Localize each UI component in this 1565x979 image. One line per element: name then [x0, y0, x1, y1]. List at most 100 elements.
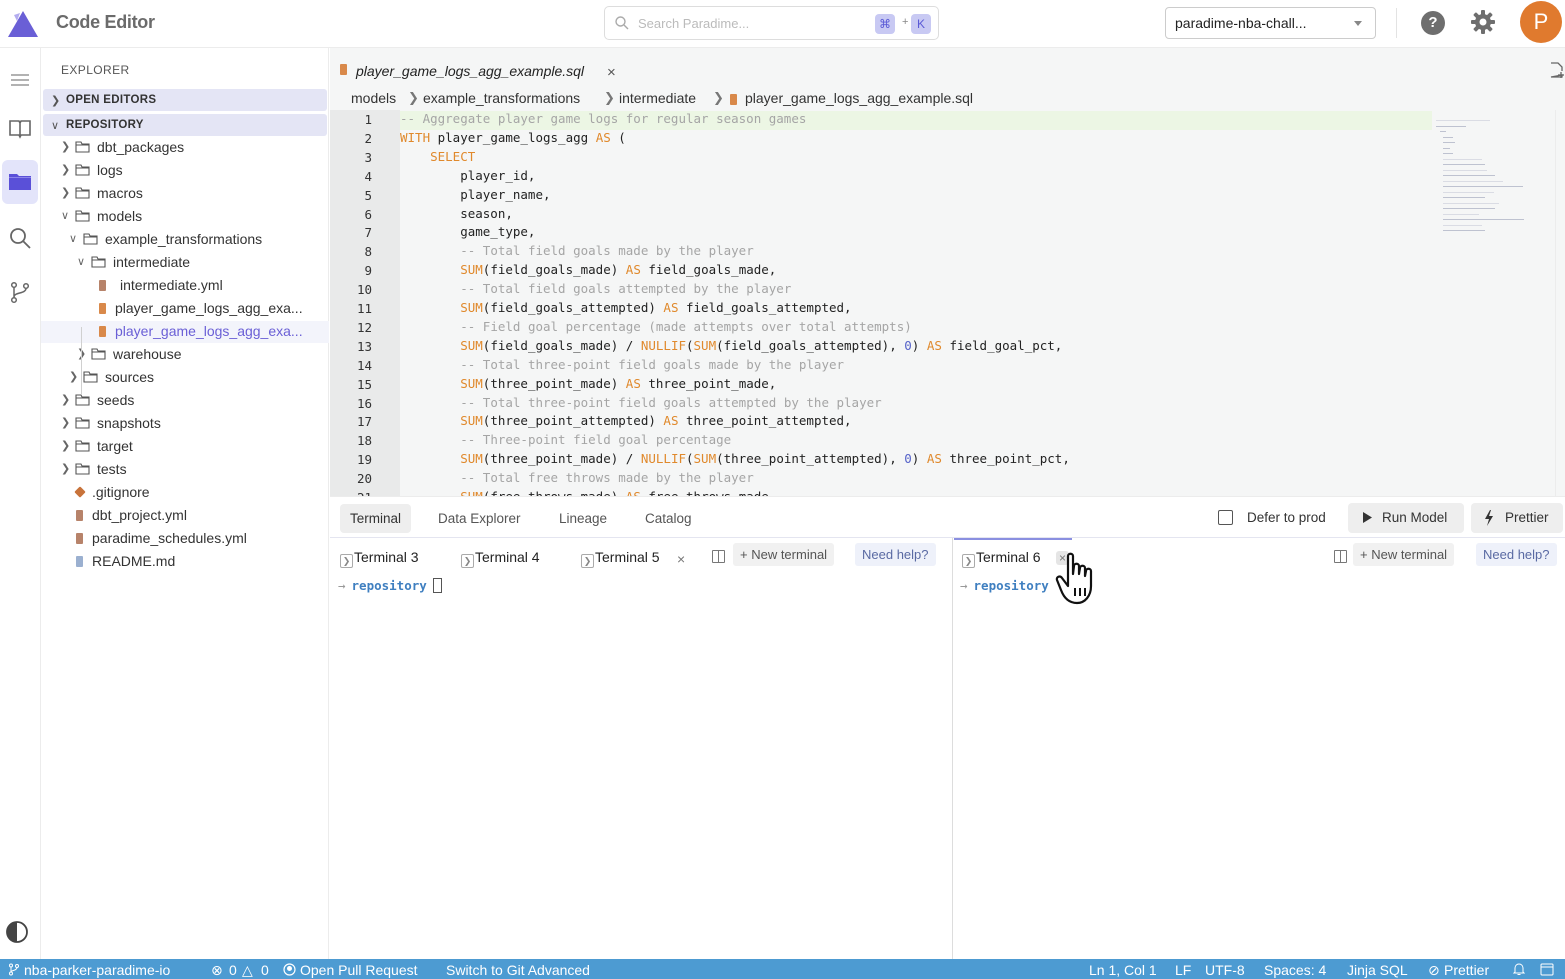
close-icon[interactable]: × [677, 551, 685, 567]
code-line[interactable]: SUM(three_point_made) / NULLIF(SUM(three… [400, 451, 1500, 470]
prettier-button[interactable]: Prettier [1471, 503, 1563, 533]
encoding[interactable]: UTF-8 [1205, 962, 1245, 978]
tab-terminal[interactable]: Terminal [340, 504, 412, 533]
layout-panel-icon[interactable] [1540, 963, 1554, 976]
terminal-prompt[interactable]: → repository [960, 578, 1049, 593]
code-line[interactable]: -- Total field goals made by the player [400, 243, 1500, 262]
branch-name[interactable]: nba-parker-paradime-io [24, 962, 170, 978]
terminal-tab-4[interactable]: ❯ Terminal 4 [461, 549, 540, 568]
breadcrumb-item[interactable]: example_transformations [423, 90, 580, 106]
code-line[interactable]: WITH player_game_logs_agg AS ( [400, 130, 1500, 149]
activity-explorer[interactable] [2, 160, 38, 204]
open-editors-section[interactable]: ❯ OPEN EDITORS [43, 89, 327, 111]
code-line[interactable]: SUM(three_point_made) AS three_point_mad… [400, 376, 1500, 395]
tree-folder[interactable]: ∨ models [41, 206, 329, 228]
code-line[interactable]: -- Total three-point field goals made by… [400, 357, 1500, 376]
activity-docs[interactable] [2, 110, 38, 146]
close-icon[interactable]: × [607, 64, 616, 81]
tree-folder[interactable]: ∨ example_transformations [41, 229, 329, 251]
tree-folder[interactable]: ❯ seeds [41, 390, 329, 412]
formatter-status[interactable]: Prettier [1444, 962, 1489, 978]
tree-file[interactable]: .gitignore [41, 482, 329, 504]
terminal-tab-3[interactable]: ❯ Terminal 3 [340, 549, 419, 568]
code-line[interactable]: player_id, [400, 168, 1500, 187]
split-terminal-icon[interactable] [1334, 550, 1347, 563]
tree-file[interactable]: paradime_schedules.yml [41, 528, 329, 550]
tree-file[interactable]: dbt_project.yml [41, 505, 329, 527]
code-line[interactable]: SUM(field_goals_made) AS field_goals_mad… [400, 262, 1500, 281]
tree-folder[interactable]: ❯ dbt_packages [41, 137, 329, 159]
search-input[interactable]: Search Paradime... ⌘ + K [604, 6, 939, 40]
defer-to-prod-checkbox[interactable] [1218, 510, 1233, 525]
terminal-tab-6[interactable]: ❯ Terminal 6 [962, 549, 1041, 568]
new-file-icon[interactable] [1550, 62, 1564, 78]
warning-count[interactable]: 0 [261, 962, 269, 978]
new-terminal-button[interactable]: + New terminal [1353, 543, 1455, 566]
tree-folder[interactable]: ❯ snapshots [41, 413, 329, 435]
tree-folder[interactable]: ∨ intermediate [41, 252, 329, 274]
error-count[interactable]: 0 [229, 962, 237, 978]
split-terminal-icon[interactable] [712, 550, 725, 563]
code-line[interactable]: -- Field goal percentage (made attempts … [400, 319, 1500, 338]
bell-icon[interactable] [1513, 963, 1525, 976]
gear-icon[interactable] [1470, 9, 1496, 35]
new-terminal-button[interactable]: + New terminal [733, 543, 835, 566]
tree-folder[interactable]: ❯ tests [41, 459, 329, 481]
app-title: Code Editor [56, 12, 155, 32]
editor-scrollbar[interactable] [1555, 110, 1565, 496]
activity-source-control[interactable] [2, 274, 38, 310]
avatar[interactable]: P [1520, 1, 1562, 43]
code-editor[interactable]: 1 -- Aggregate player game logs for regul… [330, 110, 1565, 496]
paradime-logo-icon[interactable] [6, 9, 40, 39]
need-help-button[interactable]: Need help? [855, 543, 936, 566]
code-line[interactable]: -- Total free throws made by the player [400, 470, 1500, 489]
code-line[interactable]: SUM(field_goals_made) / NULLIF(SUM(field… [400, 338, 1500, 357]
tree-file[interactable]: README.md [41, 551, 329, 573]
tree-file[interactable]: intermediate.yml [41, 275, 329, 297]
terminal-prompt[interactable]: → repository [338, 578, 442, 593]
code-line[interactable]: -- Aggregate player game logs for regula… [400, 111, 1432, 130]
code-line[interactable]: game_type, [400, 224, 1500, 243]
code-line[interactable]: -- Total field goals attempted by the pl… [400, 281, 1500, 300]
breadcrumb-item[interactable]: intermediate [619, 90, 696, 106]
code-line[interactable]: player_name, [400, 187, 1500, 206]
breadcrumb-item[interactable]: player_game_logs_agg_example.sql [745, 90, 973, 106]
run-model-button[interactable]: Run Model [1348, 503, 1464, 533]
help-icon[interactable]: ? [1421, 11, 1445, 35]
open-pull-request-link[interactable]: Open Pull Request [300, 962, 418, 978]
tab-lineage[interactable]: Lineage [549, 504, 617, 533]
need-help-button[interactable]: Need help? [1476, 543, 1557, 566]
tree-folder[interactable]: ❯ logs [41, 160, 329, 182]
cursor-position[interactable]: Ln 1, Col 1 [1089, 962, 1157, 978]
tree-file[interactable]: player_game_logs_agg_exa... [41, 298, 329, 320]
tree-folder[interactable]: ❯ warehouse [41, 344, 329, 366]
editor-tab-active[interactable]: player_game_logs_agg_example.sql × [330, 56, 616, 88]
tree-folder[interactable]: ❯ macros [41, 183, 329, 205]
code-line[interactable]: SUM(field_goals_attempted) AS field_goal… [400, 300, 1500, 319]
activity-search[interactable] [2, 220, 38, 256]
switch-git-advanced-link[interactable]: Switch to Git Advanced [446, 962, 590, 978]
code-line[interactable]: -- Total three-point field goals attempt… [400, 395, 1500, 414]
tree-file[interactable]: player_game_logs_agg_exa... [41, 321, 329, 343]
tab-catalog[interactable]: Catalog [635, 504, 702, 533]
line-ending[interactable]: LF [1175, 962, 1191, 978]
activity-menu[interactable] [2, 62, 38, 98]
code-line[interactable]: SUM(three_point_attempted) AS three_poin… [400, 413, 1500, 432]
project-selector[interactable]: paradime-nba-chall... [1165, 7, 1376, 39]
tab-data-explorer[interactable]: Data Explorer [428, 504, 531, 533]
repository-section[interactable]: ∨ REPOSITORY [43, 114, 327, 136]
indentation[interactable]: Spaces: 4 [1264, 962, 1326, 978]
terminal-tab-5[interactable]: ❯ Terminal 5 [581, 549, 660, 568]
code-line[interactable]: season, [400, 206, 1500, 225]
folder-icon [75, 463, 90, 475]
code-line[interactable]: SUM(free_throws_made) AS free_throws_mad… [400, 489, 1500, 496]
tree-folder[interactable]: ❯ sources [41, 367, 329, 389]
minimap[interactable] [1436, 110, 1546, 270]
breadcrumb-item[interactable]: models [351, 90, 396, 106]
language-mode[interactable]: Jinja SQL [1347, 962, 1408, 978]
code-line[interactable]: -- Three-point field goal percentage [400, 432, 1500, 451]
folder-icon [91, 348, 106, 360]
code-line[interactable]: SELECT [400, 149, 1500, 168]
theme-toggle-icon[interactable] [5, 920, 29, 944]
tree-folder[interactable]: ❯ target [41, 436, 329, 458]
